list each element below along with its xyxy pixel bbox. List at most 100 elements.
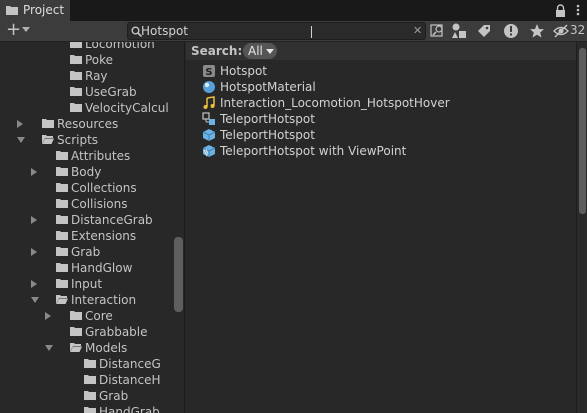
lock-icon[interactable] — [555, 4, 566, 17]
filter-by-type-icon[interactable] — [450, 22, 470, 40]
tree-item[interactable]: HandGlow — [0, 260, 184, 276]
tree-item-label: Grab — [71, 245, 101, 259]
tree-item[interactable]: UseGrab — [0, 84, 184, 100]
tree-item[interactable]: Ray — [0, 68, 184, 84]
tree-item-label: Grab — [99, 389, 129, 403]
chevron-down-icon[interactable] — [31, 297, 39, 303]
tree-item[interactable]: Grab — [0, 244, 184, 260]
search-result-label: Interaction_Locomotion_HotspotHover — [220, 96, 450, 110]
tree-item[interactable]: Poke — [0, 52, 184, 68]
chevron-right-icon[interactable] — [17, 120, 23, 128]
folder-icon — [56, 167, 68, 176]
folder-icon — [42, 119, 54, 128]
scrollbar-thumb[interactable] — [579, 48, 586, 214]
results-header: Search: All — [186, 42, 576, 60]
tree-item[interactable]: Locomotion — [0, 42, 184, 52]
folder-open-icon — [42, 135, 54, 144]
chevron-right-icon[interactable] — [31, 168, 37, 176]
tree-item-label: Core — [85, 309, 113, 323]
tree-item-label: Input — [71, 277, 103, 291]
prefab-variant-icon — [202, 112, 215, 125]
search-box[interactable]: ✕ — [127, 22, 426, 40]
tree-item[interactable]: Input — [0, 276, 184, 292]
search-by-window-button[interactable] — [428, 22, 448, 40]
tree-item[interactable]: DistanceG — [0, 356, 184, 372]
hidden-packages-button[interactable]: 32 — [553, 22, 587, 40]
folder-icon — [70, 103, 82, 112]
tree-item[interactable]: HandGrab — [0, 404, 184, 413]
tree-item[interactable]: VelocityCalcul — [0, 100, 184, 116]
chevron-down-icon[interactable] — [17, 137, 25, 143]
tree-item[interactable]: Interaction — [0, 292, 184, 308]
project-toolbar: + ✕ 32 — [0, 19, 587, 42]
chevron-down-icon — [22, 27, 30, 32]
tree-item[interactable]: DistanceGrab — [0, 212, 184, 228]
folder-icon — [84, 407, 96, 413]
chevron-down-icon[interactable] — [45, 345, 53, 351]
tree-item[interactable]: Body — [0, 164, 184, 180]
tree-item[interactable]: Collections — [0, 180, 184, 196]
folder-icon — [56, 151, 68, 160]
folder-icon — [56, 263, 68, 272]
close-icon[interactable]: ✕ — [413, 23, 422, 39]
folder-icon — [56, 215, 68, 224]
tree-item-label: DistanceG — [99, 357, 161, 371]
chevron-right-icon[interactable] — [31, 280, 37, 288]
tree-item[interactable]: Core — [0, 308, 184, 324]
folder-icon — [70, 71, 82, 80]
search-result-label: TeleportHotspot — [220, 112, 315, 126]
folder-open-icon — [56, 295, 68, 304]
tree-item[interactable]: Extensions — [0, 228, 184, 244]
folder-icon — [84, 391, 96, 400]
filter-by-label-icon[interactable] — [474, 22, 494, 40]
text-caret — [311, 26, 312, 38]
folder-icon — [56, 279, 68, 288]
chevron-right-icon[interactable] — [31, 216, 37, 224]
results-scrollbar[interactable] — [576, 42, 587, 413]
folder-tree: Locomotion Poke Ray UseGrab VelocityCalcul Re… — [0, 42, 185, 413]
tree-item[interactable]: Grab — [0, 388, 184, 404]
tree-item-label: Resources — [57, 117, 119, 131]
material-icon — [203, 81, 215, 93]
window-tab-bar: Project — [0, 0, 587, 21]
prefab-striped-icon — [202, 145, 216, 157]
folder-icon — [56, 183, 68, 192]
folder-icon — [56, 199, 68, 208]
tab-project[interactable]: Project — [0, 0, 71, 21]
tree-item-label: Ray — [85, 69, 108, 83]
tree-item[interactable]: Scripts — [0, 132, 184, 148]
tree-item[interactable]: Collisions — [0, 196, 184, 212]
folder-icon — [84, 375, 96, 384]
tree-item-label: HandGrab — [99, 405, 160, 413]
tree-item[interactable]: Resources — [0, 116, 184, 132]
create-asset-button[interactable]: + — [3, 19, 33, 40]
tree-item-label: Poke — [85, 53, 114, 67]
hidden-count: 32 — [570, 23, 586, 37]
kebab-menu-icon[interactable] — [572, 4, 584, 16]
tree-item-label: DistanceGrab — [71, 213, 153, 227]
tree-item[interactable]: Grabbable — [0, 324, 184, 340]
tree-item-label: UseGrab — [85, 85, 137, 99]
svg-text:S: S — [205, 67, 212, 78]
eye-slash-icon — [553, 24, 569, 38]
script-icon: S — [203, 65, 215, 78]
chevron-right-icon[interactable] — [45, 312, 51, 320]
search-result-label: Hotspot — [220, 64, 267, 78]
error-filter-icon[interactable] — [501, 22, 521, 40]
tree-scrollbar[interactable] — [174, 237, 183, 312]
search-result-label: TeleportHotspot — [220, 128, 315, 142]
tree-item[interactable]: Models — [0, 340, 184, 356]
tree-item[interactable]: DistanceH — [0, 372, 184, 388]
chevron-right-icon[interactable] — [31, 248, 37, 256]
search-scope-dropdown[interactable]: All — [243, 43, 277, 59]
tree-item[interactable]: Attributes — [0, 148, 184, 164]
search-input[interactable] — [141, 23, 403, 39]
folder-icon — [56, 231, 68, 240]
audio-clip-icon — [203, 96, 215, 109]
tree-item-label: Locomotion — [85, 42, 155, 51]
star-icon[interactable] — [527, 22, 547, 40]
tab-label: Project — [23, 3, 65, 17]
search-scope-label: Search: — [191, 44, 243, 58]
plus-icon: + — [6, 19, 22, 40]
folder-icon — [56, 247, 68, 256]
